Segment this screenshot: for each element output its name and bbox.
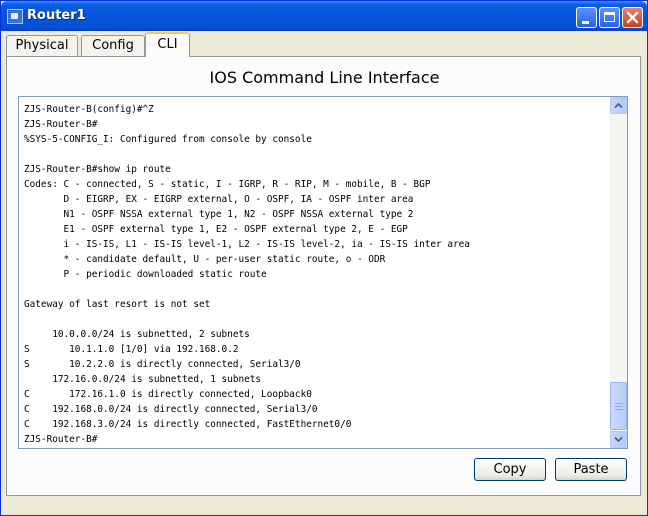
- paste-button[interactable]: Paste: [555, 458, 627, 481]
- scrollbar-thumb[interactable]: [610, 382, 627, 430]
- close-button[interactable]: [622, 7, 643, 28]
- copy-button[interactable]: Copy: [474, 458, 546, 481]
- window-title: Router1: [27, 8, 86, 23]
- grip-line: [615, 403, 623, 404]
- minimize-button[interactable]: [576, 7, 597, 28]
- scroll-up-button[interactable]: [610, 97, 627, 114]
- title-bar[interactable]: Router1: [1, 1, 647, 31]
- tab-cli[interactable]: CLI: [145, 32, 190, 57]
- tab-config[interactable]: Config: [81, 35, 145, 56]
- scroll-down-button[interactable]: [610, 431, 627, 448]
- router-app-icon: [7, 9, 23, 24]
- maximize-icon: [604, 12, 615, 22]
- grip-line: [615, 406, 623, 407]
- minimize-icon: [582, 21, 589, 24]
- maximize-button[interactable]: [599, 7, 620, 28]
- vertical-scrollbar[interactable]: [610, 97, 627, 448]
- cli-terminal[interactable]: ZJS-Router-B(config)#^Z ZJS-Router-B# %S…: [18, 96, 628, 449]
- tab-physical[interactable]: Physical: [6, 35, 78, 56]
- arrow-down-icon: [614, 436, 623, 443]
- close-icon: [626, 11, 639, 24]
- router-window: Router1 Physical Config CLI IOS Command …: [0, 0, 648, 516]
- arrow-up-icon: [614, 102, 623, 109]
- console-output[interactable]: ZJS-Router-B(config)#^Z ZJS-Router-B# %S…: [24, 102, 604, 447]
- panel-title: IOS Command Line Interface: [209, 68, 440, 87]
- grip-line: [615, 409, 623, 410]
